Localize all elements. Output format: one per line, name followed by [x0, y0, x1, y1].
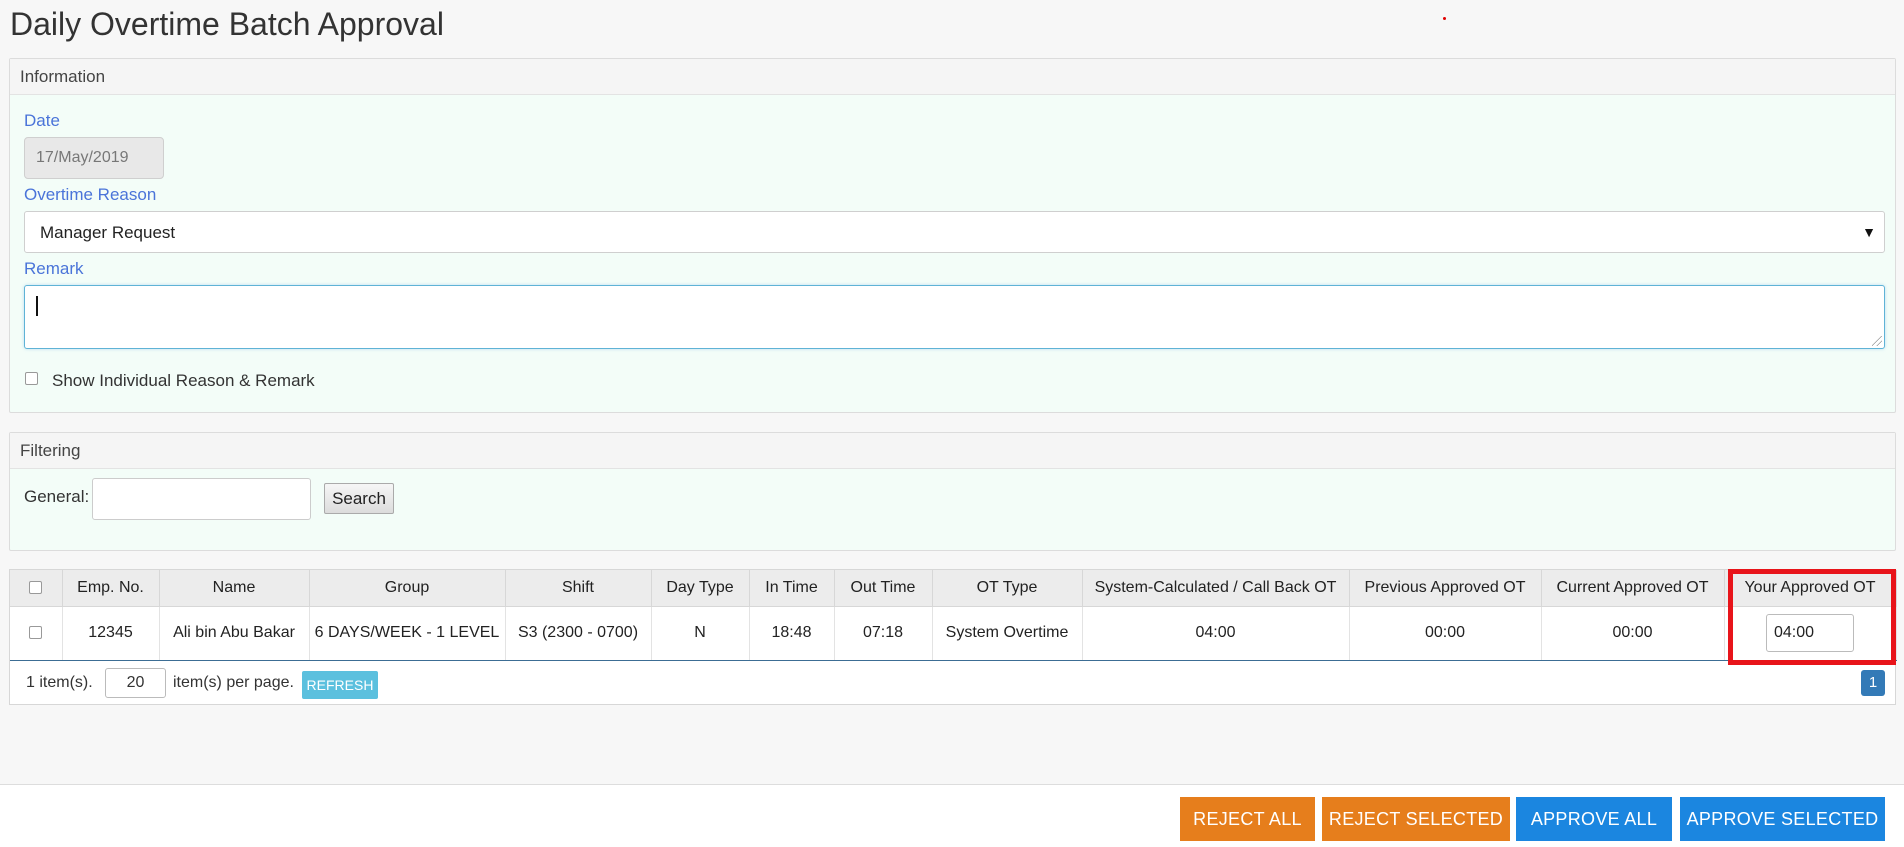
- ot-type-cell: System Overtime: [932, 606, 1083, 661]
- overtime-reason-label: Overtime Reason: [24, 185, 157, 204]
- overtime-table: Emp. No. Name Group Shift Day Type In Ti…: [10, 570, 1897, 661]
- item-count-text: 1 item(s).: [26, 674, 93, 691]
- reject-all-button[interactable]: REJECT ALL: [1180, 797, 1315, 841]
- name-cell: Ali bin Abu Bakar: [159, 606, 310, 661]
- reject-selected-button[interactable]: REJECT SELECTED: [1322, 797, 1510, 841]
- select-all-header: [10, 570, 63, 607]
- column-header-shift[interactable]: Shift: [505, 570, 652, 607]
- red-dot-marker: [1443, 17, 1446, 20]
- show-individual-label: Show Individual Reason & Remark: [52, 371, 315, 390]
- date-label: Date: [24, 111, 60, 130]
- show-individual-checkbox[interactable]: [25, 372, 38, 386]
- your-ot-cell: 04:00: [1724, 606, 1897, 661]
- previous-ot-cell: 00:00: [1349, 606, 1542, 661]
- information-heading: Information: [10, 59, 1895, 95]
- overtime-reason-select[interactable]: Manager Request ▼: [24, 211, 1885, 253]
- approve-all-button[interactable]: APPROVE ALL: [1516, 797, 1672, 841]
- out-time-cell: 07:18: [834, 606, 933, 661]
- dropdown-arrow-icon: ▼: [1862, 224, 1876, 240]
- table-row: 12345 Ali bin Abu Bakar 6 DAYS/WEEK - 1 …: [10, 606, 1897, 661]
- remark-label: Remark: [24, 259, 84, 278]
- pager: 1 item(s). 20 item(s) per page. REFRESH …: [10, 662, 1896, 704]
- overtime-reason-value: Manager Request: [40, 223, 176, 242]
- approve-selected-button[interactable]: APPROVE SELECTED: [1680, 797, 1885, 841]
- date-field: 17/May/2019: [24, 137, 164, 179]
- column-header-in-time[interactable]: In Time: [749, 570, 835, 607]
- column-header-ot-type[interactable]: OT Type: [932, 570, 1083, 607]
- column-header-your-ot[interactable]: Your Approved OT: [1724, 570, 1897, 607]
- select-all-checkbox[interactable]: [29, 581, 43, 595]
- column-header-emp-no[interactable]: Emp. No.: [62, 570, 160, 607]
- filtering-heading: Filtering: [10, 433, 1895, 469]
- overtime-grid: Emp. No. Name Group Shift Day Type In Ti…: [9, 569, 1897, 705]
- remark-textarea[interactable]: [24, 285, 1885, 349]
- filtering-panel: Filtering General: Search: [9, 432, 1896, 551]
- text-caret: [36, 296, 38, 316]
- system-ot-cell: 04:00: [1082, 606, 1350, 661]
- general-filter-input[interactable]: [92, 478, 311, 520]
- group-cell: 6 DAYS/WEEK - 1 LEVEL: [309, 606, 506, 661]
- show-individual-option: Show Individual Reason & Remark: [25, 371, 315, 391]
- action-footer: REJECT ALL REJECT SELECTED APPROVE ALL A…: [0, 784, 1904, 847]
- current-ot-cell: 00:00: [1541, 606, 1725, 661]
- in-time-cell: 18:48: [749, 606, 835, 661]
- emp-no-cell: 12345: [62, 606, 160, 661]
- resize-grip-icon[interactable]: [1872, 336, 1882, 346]
- page-number-button[interactable]: 1: [1861, 670, 1885, 696]
- page-size-input[interactable]: 20: [105, 668, 166, 698]
- column-header-out-time[interactable]: Out Time: [834, 570, 933, 607]
- column-header-name[interactable]: Name: [159, 570, 310, 607]
- column-header-day-type[interactable]: Day Type: [651, 570, 750, 607]
- per-page-text: item(s) per page.: [173, 674, 294, 691]
- your-approved-ot-input[interactable]: 04:00: [1766, 614, 1854, 652]
- column-header-previous-ot[interactable]: Previous Approved OT: [1349, 570, 1542, 607]
- search-button[interactable]: Search: [324, 483, 394, 514]
- day-type-cell: N: [651, 606, 750, 661]
- page-title: Daily Overtime Batch Approval: [10, 6, 444, 42]
- shift-cell: S3 (2300 - 0700): [505, 606, 652, 661]
- table-header-row: Emp. No. Name Group Shift Day Type In Ti…: [10, 570, 1897, 607]
- refresh-button[interactable]: REFRESH: [302, 671, 378, 699]
- general-filter-label: General:: [24, 487, 90, 506]
- information-panel: Information Date 17/May/2019 Overtime Re…: [9, 58, 1896, 413]
- row-select-cell: [10, 606, 63, 661]
- row-select-checkbox[interactable]: [29, 626, 43, 640]
- column-header-group[interactable]: Group: [309, 570, 506, 607]
- column-header-current-ot[interactable]: Current Approved OT: [1541, 570, 1725, 607]
- column-header-system-ot[interactable]: System-Calculated / Call Back OT: [1082, 570, 1350, 607]
